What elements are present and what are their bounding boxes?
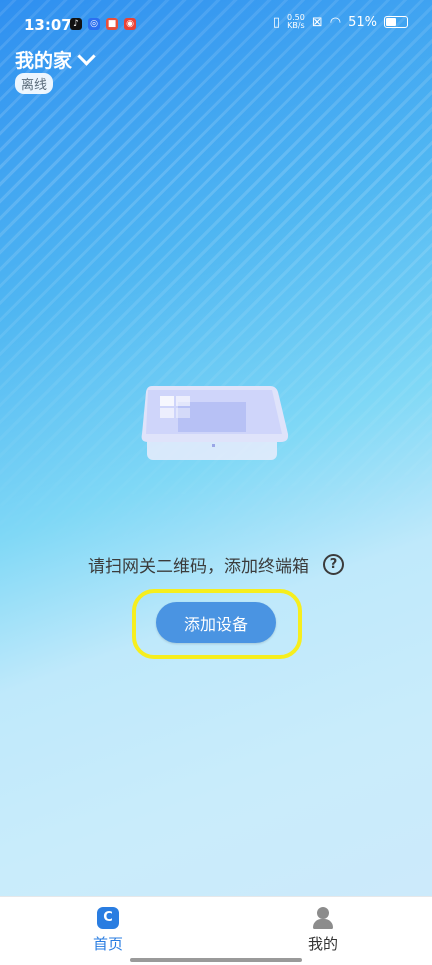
help-icon[interactable]: ?	[323, 554, 344, 575]
vibrate-icon: ▯	[272, 14, 281, 30]
tab-mine[interactable]: 我的	[283, 907, 363, 954]
home-name: 我的家	[15, 50, 73, 72]
person-icon	[312, 907, 334, 929]
add-device-button[interactable]: 添加设备	[156, 602, 276, 643]
scan-prompt: 请扫网关二维码，添加终端箱 ?	[0, 552, 432, 577]
status-badge: 离线	[15, 73, 54, 94]
bottom-nav: C 首页 我的	[0, 896, 432, 965]
status-time: 13:07	[24, 16, 72, 34]
net-speed-unit: KB/s	[287, 21, 305, 30]
tab-home-label: 首页	[92, 935, 123, 953]
battery-percent: 51%	[348, 14, 377, 30]
status-bar: 13:07 ♪ ◎ ■ ◉ ▯ 0.50 KB/s ⊠ ◠ 51%	[0, 0, 432, 48]
weibo-icon: ◉	[124, 18, 136, 30]
chevron-down-icon	[77, 47, 96, 66]
app-notification-icon: ◎	[88, 18, 100, 30]
home-selector[interactable]: 我的家	[15, 46, 96, 73]
background-stripes	[0, 0, 432, 560]
prompt-text: 请扫网关二维码，添加终端箱	[88, 557, 309, 577]
tab-mine-label: 我的	[307, 935, 338, 953]
no-sim-icon: ⊠	[311, 14, 323, 30]
status-right: ▯ 0.50 KB/s ⊠ ◠ 51%	[273, 14, 408, 30]
home-icon: C	[97, 907, 119, 929]
gateway-device-icon	[141, 386, 289, 460]
net-speed: 0.50 KB/s	[287, 14, 305, 30]
home-indicator[interactable]	[130, 958, 302, 962]
battery-icon	[384, 16, 408, 28]
tab-home[interactable]: C 首页	[68, 907, 148, 954]
tiktok-icon: ♪	[70, 18, 82, 30]
wifi-icon: ◠	[329, 14, 342, 30]
app-notification-icon-2: ■	[106, 18, 118, 30]
